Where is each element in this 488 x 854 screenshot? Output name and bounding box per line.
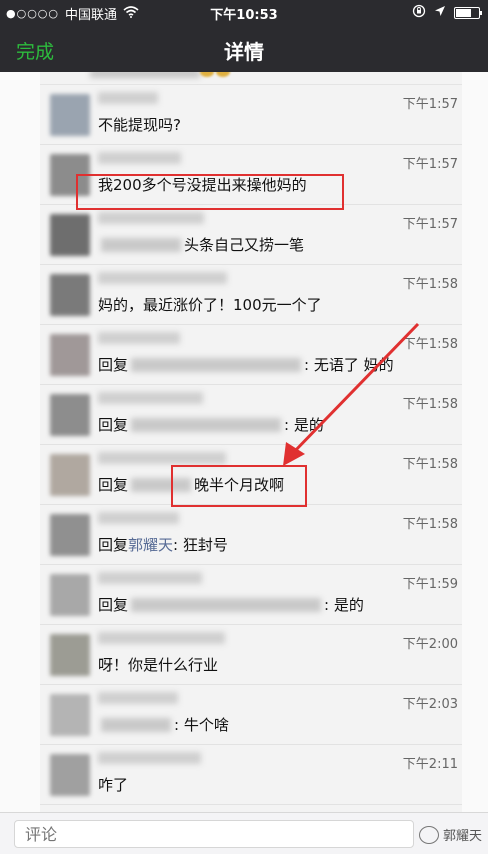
blurred-username — [98, 332, 180, 344]
avatar[interactable] — [50, 394, 90, 436]
blurred-username — [98, 512, 179, 524]
comment-text-part: 呀！你是什么行业 — [98, 656, 219, 674]
comment-text: 回复 : 是的 — [98, 414, 324, 435]
comment-time: 下午2:03 — [402, 697, 458, 712]
blurred-text — [101, 237, 181, 252]
avatar[interactable] — [50, 634, 90, 676]
blurred-username — [98, 212, 204, 224]
comment-row[interactable]: 下午1:57 不能提现吗? — [40, 84, 462, 145]
blurred-username — [98, 452, 226, 464]
blurred-username — [98, 392, 203, 404]
blurred-text — [90, 72, 200, 78]
comment-list[interactable]: 下午1:57 不能提现吗? 下午1:57 我200多个号没提出来操他妈的 下午1:57 头… — [0, 72, 488, 812]
comment-text: : 牛个啥 — [98, 714, 229, 735]
comment-text-part: 回复 — [98, 416, 129, 434]
comment-input-bar: 郭耀天 — [0, 812, 488, 854]
avatar[interactable] — [50, 214, 90, 256]
reply-username[interactable]: 郭耀天 — [128, 534, 173, 555]
blurred-text — [101, 717, 171, 732]
avatar[interactable] — [50, 274, 90, 316]
avatar[interactable] — [50, 454, 90, 496]
highlight-box — [76, 174, 344, 210]
comment-text: 头条自己又捞一笔 — [98, 234, 304, 255]
comment-row[interactable]: 下午1:59 回复 : 是的 — [40, 564, 462, 625]
comment-time: 下午1:57 — [402, 157, 458, 172]
comment-row[interactable]: 下午1:57 头条自己又捞一笔 — [40, 204, 462, 265]
avatar[interactable] — [50, 334, 90, 376]
comment-text-part: 回复 — [98, 596, 129, 614]
blurred-username — [98, 572, 202, 584]
location-icon — [434, 5, 446, 21]
comment-time: 下午1:58 — [402, 397, 458, 412]
battery-icon — [454, 7, 482, 19]
comment-text-part: : 狂封号 — [173, 536, 228, 554]
comment-row[interactable]: 下午2:03 : 牛个啥 — [40, 684, 462, 745]
comment-time: 下午2:11 — [402, 757, 458, 772]
comment-text: 回复 : 无语了 妈的 — [98, 354, 394, 375]
avatar[interactable] — [50, 754, 90, 796]
comment-text-part: 回复 — [98, 356, 129, 374]
blurred-username — [98, 152, 181, 164]
blurred-text — [131, 597, 322, 612]
comment-text-part: 回复 — [98, 536, 129, 554]
blurred-username — [98, 692, 178, 704]
comment-row[interactable]: 下午1:58 回复 郭耀天: 狂封号 — [40, 504, 462, 565]
comment-text: 不能提现吗? — [98, 114, 181, 135]
emoji-icon — [216, 72, 230, 77]
comment-row[interactable]: 下午1:58 妈的，最近涨价了！100元一个了 — [40, 264, 462, 325]
highlight-box — [171, 465, 307, 507]
comment-row[interactable]: 下午1:58 回复 : 无语了 妈的 — [40, 324, 462, 385]
comment-time: 下午1:57 — [402, 97, 458, 112]
comment-time: 下午1:58 — [402, 337, 458, 352]
comment-text-part: : 是的 — [284, 416, 324, 434]
comment-time: 下午1:57 — [402, 217, 458, 232]
comment-text: 呀！你是什么行业 — [98, 654, 218, 675]
comment-text-part: : 是的 — [324, 596, 364, 614]
comment-text: 回复 : 是的 — [98, 594, 364, 615]
comment-input[interactable] — [14, 820, 414, 848]
comment-text-part: 咋了 — [98, 776, 129, 794]
comment-text-part: 不能提现吗? — [98, 116, 181, 134]
comment-text: 回复 郭耀天: 狂封号 — [98, 534, 228, 555]
avatar[interactable] — [50, 94, 90, 136]
comment-text: 妈的，最近涨价了！100元一个了 — [98, 294, 322, 315]
avatar[interactable] — [50, 574, 90, 616]
avatar[interactable] — [50, 514, 90, 556]
comment-text-part: : 无语了 妈的 — [304, 356, 394, 374]
watermark-text: 郭耀天 — [442, 829, 482, 844]
comment-time: 下午1:59 — [402, 577, 458, 592]
wechat-account-logo-icon — [418, 825, 439, 844]
blurred-username — [98, 272, 227, 284]
comment-time: 下午2:00 — [402, 637, 458, 652]
comment-time: 下午1:58 — [402, 277, 458, 292]
comment-text-part: 妈的，最近涨价了！100元一个了 — [98, 296, 322, 314]
watermark: 郭耀天 — [418, 825, 482, 844]
comment-row[interactable]: 下午2:00 呀！你是什么行业 — [40, 624, 462, 685]
comment-time: 下午1:58 — [402, 457, 458, 472]
comment-row[interactable]: 下午1:58 回复 : 是的 — [40, 384, 462, 445]
status-bar: ●○○○○ 中国联通 下午10:53 — [0, 0, 488, 26]
avatar[interactable] — [50, 694, 90, 736]
comment-time: 下午1:58 — [402, 517, 458, 532]
emoji-icon — [200, 72, 214, 77]
comment-text: 咋了 — [98, 774, 128, 795]
comment-row[interactable]: 下午2:11 咋了 — [40, 744, 462, 805]
comment-text-part: 头条自己又捞一笔 — [184, 236, 305, 254]
comment-text-part: 回复 — [98, 476, 129, 494]
comment-text-part: : 牛个啥 — [174, 716, 229, 734]
blurred-text — [131, 357, 302, 372]
blurred-username — [98, 92, 158, 104]
blurred-username — [98, 752, 201, 764]
blurred-username — [98, 632, 225, 644]
navigation-bar: 完成 详情 — [0, 26, 488, 72]
blurred-text — [131, 417, 282, 432]
rotation-lock-icon — [412, 4, 426, 22]
page-title: 详情 — [224, 40, 264, 64]
